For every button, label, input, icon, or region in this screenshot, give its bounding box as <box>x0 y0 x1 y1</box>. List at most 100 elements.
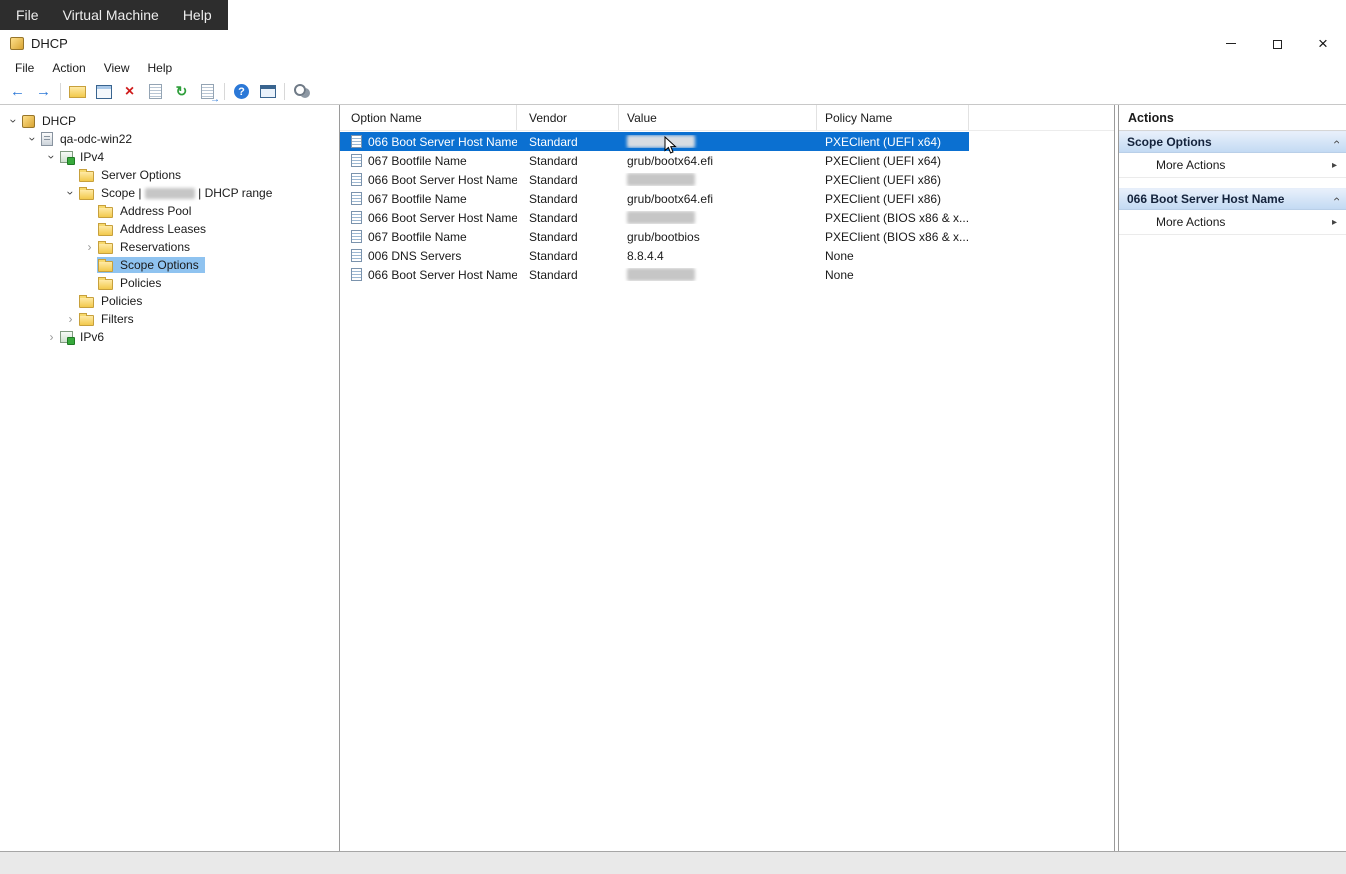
tree-item-scope-options[interactable]: Scope Options <box>0 256 339 274</box>
collapse-icon[interactable] <box>46 150 58 165</box>
action-item-label: More Actions <box>1156 158 1225 172</box>
export-list-icon[interactable] <box>143 81 168 103</box>
value-cell: grub/bootbios <box>619 230 817 244</box>
tree-node: DHCP <box>21 113 82 129</box>
vm-menu-file[interactable]: File <box>4 0 51 30</box>
option-name-cell: 067 Bootfile Name <box>340 192 517 206</box>
column-header-vendor[interactable]: Vendor <box>517 105 619 130</box>
collapse-icon[interactable] <box>27 132 39 147</box>
tree-item-dhcp[interactable]: DHCP <box>0 112 339 130</box>
vendor-cell: Standard <box>517 249 619 263</box>
option-row[interactable]: 067 Bootfile NameStandardgrub/bootbiosPX… <box>340 227 969 246</box>
vm-menu-help[interactable]: Help <box>171 0 224 30</box>
option-row[interactable]: 067 Bootfile NameStandardgrub/bootx64.ef… <box>340 151 969 170</box>
console-window-icon[interactable] <box>255 81 280 103</box>
option-icon <box>351 173 362 186</box>
mouse-cursor <box>664 136 677 155</box>
value-cell <box>619 135 817 148</box>
tree-node: IPv4 <box>59 149 110 165</box>
menu-view[interactable]: View <box>95 59 139 77</box>
forward-icon[interactable] <box>31 81 56 103</box>
scope-label-suffix: | DHCP range <box>195 186 273 200</box>
delete-icon[interactable] <box>117 81 142 103</box>
option-row[interactable]: 066 Boot Server Host NameStandardPXEClie… <box>340 208 969 227</box>
value-cell: 8.8.4.4 <box>619 249 817 263</box>
section-header-label: Scope Options <box>1127 135 1212 149</box>
maximize-restore-button[interactable] <box>1254 30 1300 57</box>
action-section-header-scope-options[interactable]: Scope Options <box>1119 131 1346 153</box>
vm-menubar: File Virtual Machine Help <box>0 0 228 30</box>
vm-menu-virtual-machine[interactable]: Virtual Machine <box>51 0 171 30</box>
tree-item-ipv6[interactable]: IPv6 <box>0 328 339 346</box>
tree-item-address-pool[interactable]: Address Pool <box>0 202 339 220</box>
expand-icon[interactable] <box>63 313 78 325</box>
option-icon <box>351 268 362 281</box>
gear-icon[interactable] <box>289 81 314 103</box>
menu-action[interactable]: Action <box>43 59 94 77</box>
column-header-value[interactable]: Value <box>619 105 817 130</box>
action-section-header-066-boot-server-host-name[interactable]: 066 Boot Server Host Name <box>1119 188 1346 210</box>
collapse-icon[interactable] <box>8 114 20 129</box>
tree-node: Address Leases <box>97 221 212 237</box>
column-header-option-name[interactable]: Option Name <box>340 105 517 130</box>
tree-node: Filters <box>78 311 140 327</box>
column-header-policy-name[interactable]: Policy Name <box>817 105 969 130</box>
actions-pane-title: Actions <box>1119 105 1346 131</box>
list-pane: Option Name Vendor Value Policy Name 066… <box>340 105 1115 851</box>
policies-icon <box>98 279 113 290</box>
option-icon <box>351 211 362 224</box>
show-hide-tree-icon[interactable] <box>65 81 90 103</box>
redacted-text <box>145 188 195 199</box>
tree-item-label: Filters <box>99 312 136 326</box>
menu-help[interactable]: Help <box>139 59 182 77</box>
action-item-more-actions[interactable]: More Actions <box>1119 210 1346 235</box>
expand-icon[interactable] <box>82 241 97 253</box>
tree-item-address-leases[interactable]: Address Leases <box>0 220 339 238</box>
section-gap <box>1119 178 1346 188</box>
tree-item-qa-odc-win22[interactable]: qa-odc-win22 <box>0 130 339 148</box>
refresh-icon[interactable] <box>169 81 194 103</box>
minimize-icon <box>1226 43 1236 44</box>
back-icon[interactable] <box>5 81 30 103</box>
tree-item-policies[interactable]: Policies <box>0 292 339 310</box>
option-name-text: 006 DNS Servers <box>368 249 461 263</box>
tree-item-ipv4[interactable]: IPv4 <box>0 148 339 166</box>
option-row[interactable]: 066 Boot Server Host NameStandardNone <box>340 265 969 284</box>
redacted-value <box>627 211 695 224</box>
option-name-text: 066 Boot Server Host Name <box>368 268 517 282</box>
option-name-text: 067 Bootfile Name <box>368 154 467 168</box>
option-row[interactable]: 066 Boot Server Host NameStandardPXEClie… <box>340 170 969 189</box>
vendor-cell: Standard <box>517 135 619 149</box>
minimize-button[interactable] <box>1208 30 1254 57</box>
expand-icon[interactable] <box>44 331 59 343</box>
tree-item-label: IPv4 <box>78 150 106 164</box>
collapse-icon[interactable] <box>65 186 77 201</box>
tree-item-reservations[interactable]: Reservations <box>0 238 339 256</box>
value-cell: grub/bootx64.efi <box>619 154 817 168</box>
option-row[interactable]: 067 Bootfile NameStandardgrub/bootx64.ef… <box>340 189 969 208</box>
tree-item-filters[interactable]: Filters <box>0 310 339 328</box>
tree-item-label: Scope Options <box>118 258 201 272</box>
menu-file[interactable]: File <box>6 59 43 77</box>
footer-strip <box>0 852 1346 874</box>
option-icon <box>351 192 362 205</box>
window-controls <box>1208 30 1346 57</box>
toolbar <box>0 79 1346 105</box>
tree-item-server-options[interactable]: Server Options <box>0 166 339 184</box>
option-name-text: 067 Bootfile Name <box>368 192 467 206</box>
action-item-more-actions[interactable]: More Actions <box>1119 153 1346 178</box>
option-row[interactable]: 006 DNS ServersStandard8.8.4.4None <box>340 246 969 265</box>
tree-item-policies[interactable]: Policies <box>0 274 339 292</box>
tree-item-label: Address Leases <box>118 222 208 236</box>
ipv6-icon <box>60 331 73 343</box>
save-list-icon[interactable] <box>195 81 220 103</box>
help-icon[interactable] <box>229 81 254 103</box>
close-button[interactable] <box>1300 30 1346 57</box>
option-row[interactable]: 066 Boot Server Host NameStandardPXEClie… <box>340 132 969 151</box>
properties-icon[interactable] <box>91 81 116 103</box>
tree-item-scope[interactable]: Scope | | DHCP range <box>0 184 339 202</box>
address-pool-icon <box>98 207 113 218</box>
tree-item-label: Reservations <box>118 240 192 254</box>
tree-node: Policies <box>78 293 148 309</box>
option-name-cell: 066 Boot Server Host Name <box>340 135 517 149</box>
